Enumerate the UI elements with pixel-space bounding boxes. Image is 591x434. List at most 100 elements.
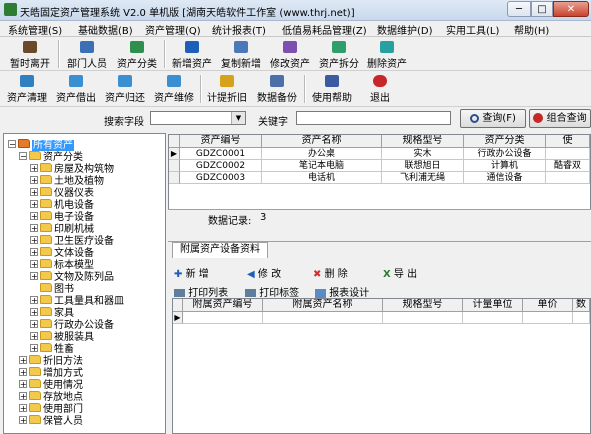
menu-basic-data[interactable]: 基础数据(B) [78,22,133,37]
expand-icon[interactable]: + [30,187,38,196]
table-cell[interactable] [546,172,590,184]
asset-return-button[interactable]: 资产归还 [102,74,148,106]
expand-icon[interactable]: + [30,223,38,232]
combo-query-button[interactable]: 组合查询 [529,109,591,128]
expand-icon[interactable]: + [30,343,38,352]
col-sub-name[interactable]: 附属资产名称 [263,299,383,311]
menu-reports[interactable]: 统计报表(T) [212,22,266,37]
menu-tools[interactable]: 实用工具(L) [446,22,499,37]
table-cell[interactable]: 笔记本电脑 [262,160,382,172]
edit-asset-button[interactable]: 修改资产 [267,40,313,72]
row-indicator[interactable] [169,172,180,184]
collapse-icon[interactable]: − [19,151,27,160]
tree-node[interactable]: + 印刷机械 [30,220,94,235]
tree-node[interactable]: + 被服装具 [30,328,94,343]
expand-icon[interactable]: + [30,211,38,220]
table-cell[interactable]: 行政办公设备 [464,148,546,160]
col-sub-unit[interactable]: 计量单位 [463,299,523,311]
tree-node[interactable]: + 卫生医疗设备 [30,232,114,247]
asset-lend-button[interactable]: 资产借出 [53,74,99,106]
split-asset-button[interactable]: 资产拆分 [316,40,362,72]
expand-icon[interactable]: + [30,259,38,268]
keyword-input[interactable] [296,111,451,125]
expand-icon[interactable]: + [30,235,38,244]
menu-help[interactable]: 帮助(H) [514,22,549,37]
menu-low-value[interactable]: 低值易耗品管理(Z) [282,22,367,37]
table-cell[interactable]: 实木 [382,148,464,160]
table-cell[interactable]: GDZC0003 [180,172,262,184]
table-cell[interactable]: 办公桌 [262,148,382,160]
table-cell[interactable]: 联想旭日 [382,160,464,172]
leave-button[interactable]: 暂时离开 [7,40,53,72]
row-indicator[interactable]: ▶ [173,312,183,324]
tree-node[interactable]: + 使用情况 [19,376,83,391]
expand-icon[interactable]: + [30,331,38,340]
minimize-button[interactable]: ─ [507,1,531,17]
exit-button[interactable]: 退出 [357,74,403,106]
tree-node[interactable]: + 标本模型 [30,256,94,271]
tree-node[interactable]: + 房屋及构筑物 [30,160,114,175]
col-spec-model[interactable]: 规格型号 [382,135,464,147]
tab-attached-assets[interactable]: 附属资产设备资料 [172,242,268,258]
sub-edit-button[interactable]: ◀ 修 改 [247,265,281,280]
print-list-button[interactable]: 打印列表 [174,284,228,299]
table-cell[interactable] [263,312,383,324]
table-cell[interactable]: 电话机 [262,172,382,184]
tree-node[interactable]: + 仪器仪表 [30,184,94,199]
category-tree[interactable]: − 所有资产 − 资产分类 + 房屋及构筑物 + 土地及植物 + 仪器仪表 + 机电设备 + 电子设备 + 印… [3,133,166,434]
table-cell[interactable]: 飞利浦无绳 [382,172,464,184]
expand-icon[interactable]: + [30,295,38,304]
delete-asset-button[interactable]: 删除资产 [364,40,410,72]
expand-icon[interactable]: + [30,199,38,208]
col-asset-code[interactable]: 资产编号 [180,135,262,147]
expand-icon[interactable]: + [30,163,38,172]
tree-node[interactable]: − 资产分类 [19,148,83,163]
table-cell[interactable] [523,312,573,324]
asset-category-button[interactable]: 资产分类 [114,40,160,72]
table-cell[interactable] [573,312,590,324]
tree-node[interactable]: + 增加方式 [19,364,83,379]
close-button[interactable]: ✕ [553,1,589,17]
tree-node[interactable]: + 家具 [30,304,74,319]
copy-new-button[interactable]: 复制新增 [218,40,264,72]
new-asset-button[interactable]: 新增资产 [169,40,215,72]
expand-icon[interactable]: + [30,319,38,328]
table-cell[interactable]: 通信设备 [464,172,546,184]
tree-node[interactable]: + 电子设备 [30,208,94,223]
print-label-button[interactable]: 打印标签 [245,284,299,299]
tree-node[interactable]: + 行政办公设备 [30,316,114,331]
maximize-button[interactable]: □ [531,1,553,17]
col-sub-code[interactable]: 附属资产编号 [183,299,263,311]
search-field-select[interactable]: ▼ [150,111,246,125]
expand-icon[interactable]: + [19,367,27,376]
report-design-button[interactable]: 报表设计 [315,284,369,299]
dept-staff-button[interactable]: 部门人员 [64,40,110,72]
col-usage[interactable]: 使 [546,135,590,147]
table-cell[interactable] [183,312,263,324]
table-cell[interactable] [463,312,523,324]
col-sub-spec[interactable]: 规格型号 [383,299,463,311]
expand-icon[interactable]: + [19,403,27,412]
depreciation-button[interactable]: 计提折旧 [204,74,250,106]
tree-node[interactable]: + 机电设备 [30,196,94,211]
expand-icon[interactable]: + [30,247,38,256]
expand-icon[interactable]: + [19,379,27,388]
menu-data-maint[interactable]: 数据维护(D) [377,22,433,37]
expand-icon[interactable]: + [30,271,38,280]
table-cell[interactable]: GDZC0002 [180,160,262,172]
attached-asset-grid[interactable]: 附属资产编号 附属资产名称 规格型号 计量单位 单价 数 ▶ [172,298,591,434]
col-asset-name[interactable]: 资产名称 [262,135,382,147]
expand-icon[interactable]: + [19,355,27,364]
table-cell[interactable]: GDZC0001 [180,148,262,160]
row-indicator[interactable] [169,160,180,172]
expand-icon[interactable]: + [30,175,38,184]
table-cell[interactable]: 酷睿双 [546,160,590,172]
table-cell[interactable] [383,312,463,324]
query-button[interactable]: 查询(F) [460,109,526,128]
tree-node[interactable]: − 所有资产 [8,136,74,151]
sub-export-button[interactable]: X 导 出 [383,265,417,280]
col-asset-category[interactable]: 资产分类 [464,135,546,147]
table-cell[interactable]: 计算机 [464,160,546,172]
collapse-icon[interactable]: − [8,139,16,148]
col-sub-price[interactable]: 单价 [523,299,573,311]
